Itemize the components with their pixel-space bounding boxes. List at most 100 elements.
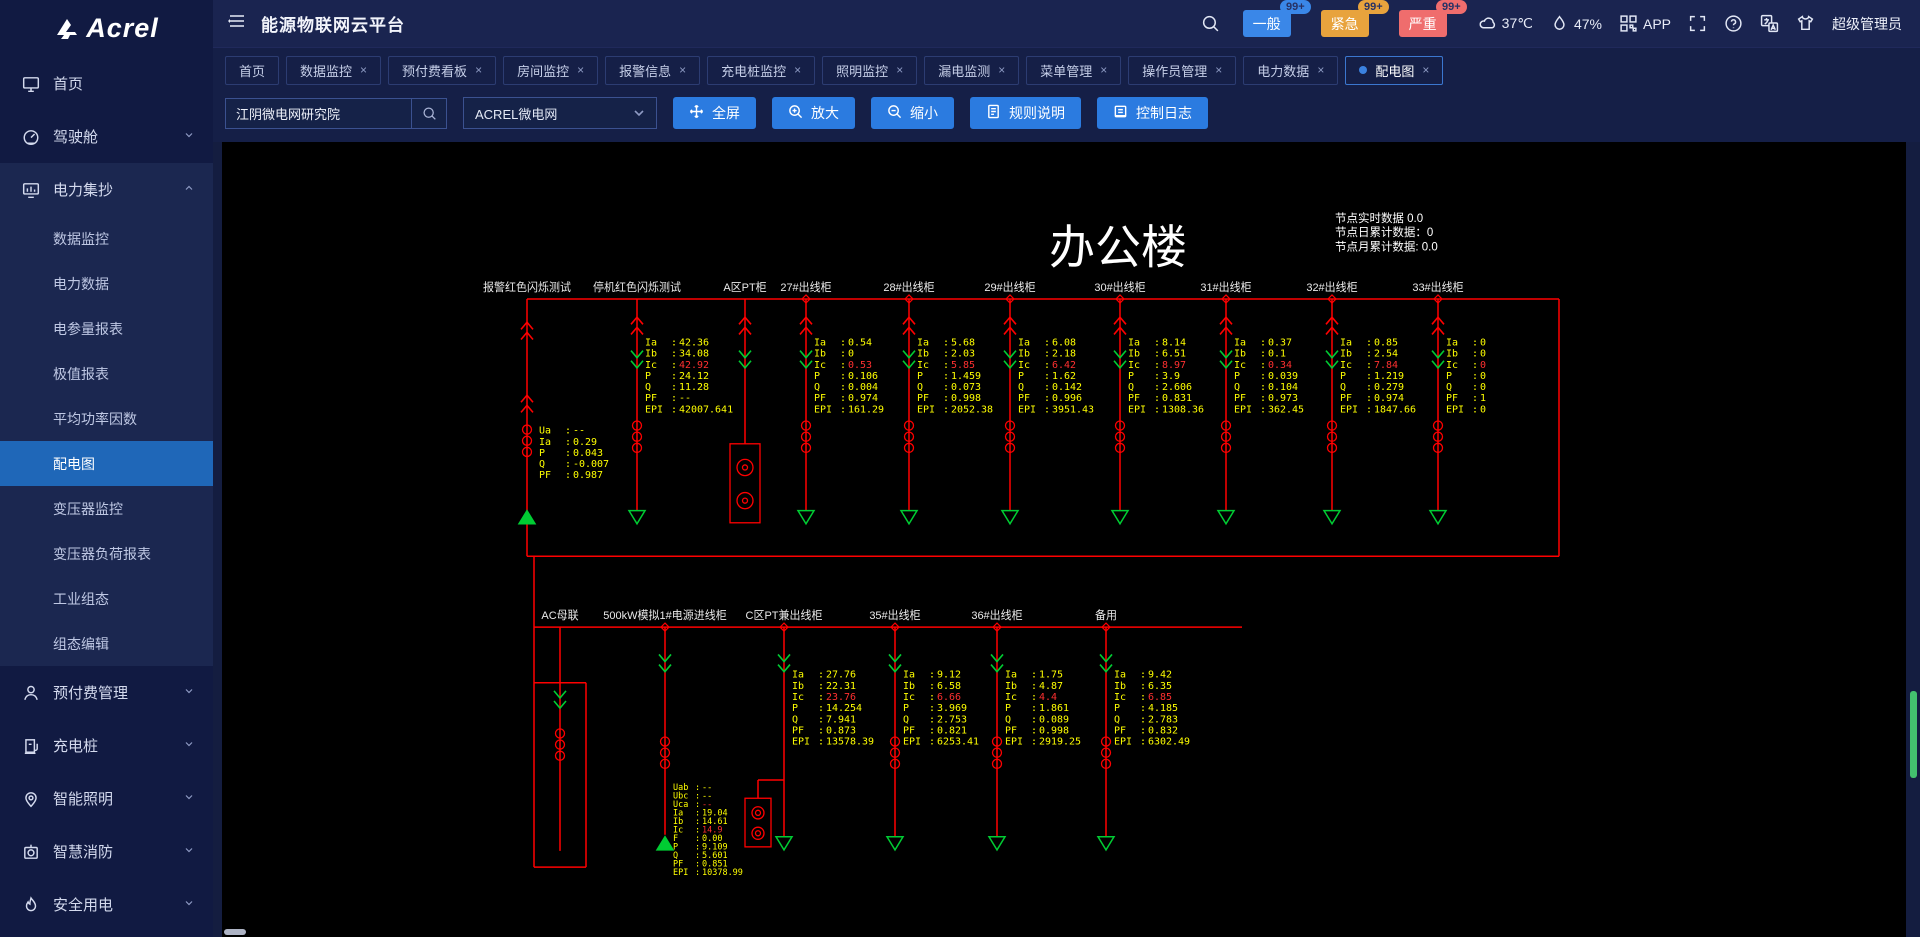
sidebar-subitem[interactable]: 电参量报表 — [0, 306, 213, 351]
tab-item[interactable]: 菜单管理× — [1026, 56, 1121, 85]
tab-item[interactable]: 充电桩监控× — [707, 56, 815, 85]
tab-close-icon[interactable]: × — [896, 63, 903, 77]
alarm-count-badge: 99+ — [1358, 0, 1389, 14]
svg-text:7.941: 7.941 — [826, 714, 856, 725]
alarm-button-group: 一般99+ 紧急99+ 严重99+ — [1243, 10, 1447, 37]
svg-text:Ia: Ia — [917, 338, 929, 349]
svg-text:0.831: 0.831 — [1162, 393, 1192, 404]
svg-text:2.606: 2.606 — [1162, 382, 1192, 393]
sidebar-item[interactable]: 驾驶舱 — [0, 110, 213, 163]
tab-item[interactable]: 房间监控× — [503, 56, 598, 85]
sidebar-item[interactable]: 智能照明 — [0, 772, 213, 825]
toolbar-zoom-out-button[interactable]: 缩小 — [871, 97, 954, 129]
alarm-level-button[interactable]: 紧急99+ — [1321, 10, 1369, 37]
sidebar-subitem[interactable]: 极值报表 — [0, 351, 213, 396]
svg-text:13578.39: 13578.39 — [826, 737, 874, 748]
toolbar-rules-doc-button[interactable]: 规则说明 — [970, 97, 1081, 129]
fullscreen-icon[interactable] — [1688, 14, 1707, 33]
search-submit-button[interactable] — [411, 98, 447, 129]
tab-close-icon[interactable]: × — [1422, 63, 1429, 77]
svg-text::: : — [840, 393, 846, 404]
svg-text:Ib: Ib — [1018, 349, 1030, 360]
sidebar-subitem[interactable]: 数据监控 — [0, 216, 213, 261]
svg-text:0.974: 0.974 — [1374, 393, 1404, 404]
tab-item[interactable]: 电力数据× — [1243, 56, 1338, 85]
tab-item[interactable]: 首页 — [225, 56, 279, 85]
tab-item[interactable]: 预付费看板× — [388, 56, 496, 85]
svg-text:5.68: 5.68 — [951, 338, 975, 349]
collapse-menu-icon[interactable] — [227, 11, 247, 36]
vertical-scrollbar[interactable] — [1910, 691, 1917, 778]
lighting-icon — [22, 790, 40, 808]
sidebar-item[interactable]: 安全用电 — [0, 878, 213, 931]
toolbar-control-log-button[interactable]: 控制日志 — [1097, 97, 1208, 129]
svg-text::: : — [1366, 382, 1372, 393]
sidebar-item[interactable]: 充电桩 — [0, 719, 213, 772]
sidebar-subitem[interactable]: 变压器监控 — [0, 486, 213, 531]
tab-close-icon[interactable]: × — [1215, 63, 1222, 77]
tab-item[interactable]: 照明监控 × — [822, 56, 917, 85]
alarm-level-button[interactable]: 一般99+ — [1243, 10, 1291, 37]
tab-item[interactable]: 漏电监测× — [924, 56, 1019, 85]
sidebar-item[interactable]: 电力集抄 — [0, 163, 213, 216]
svg-text::: : — [818, 692, 824, 703]
current-user[interactable]: 超级管理员 — [1832, 14, 1902, 34]
svg-text:Ia: Ia — [539, 437, 551, 448]
app-qr[interactable]: APP — [1619, 14, 1671, 33]
theme-shirt-icon[interactable] — [1796, 14, 1815, 33]
svg-text::: : — [565, 470, 571, 481]
svg-text:Ic: Ic — [1128, 360, 1140, 371]
microgrid-select[interactable]: ACREL微电网 — [463, 97, 657, 129]
tab-label: 照明监控 — [836, 61, 888, 80]
tab-item[interactable]: 配电图× — [1345, 56, 1443, 85]
tab-close-icon[interactable]: × — [360, 63, 367, 77]
tab-close-icon[interactable]: × — [794, 63, 801, 77]
svg-text:P: P — [1005, 703, 1011, 714]
distribution-diagram-canvas[interactable]: 办公楼节点实时数据 0.0节点日累计数据：0节点月累计数据: 0.0报警红色闪烁… — [222, 142, 1906, 937]
svg-text::: : — [943, 349, 949, 360]
svg-text:34.08: 34.08 — [679, 349, 709, 360]
svg-text::: : — [1140, 681, 1146, 692]
svg-text:1.62: 1.62 — [1052, 371, 1076, 382]
sidebar-subitem[interactable]: 平均功率因数 — [0, 396, 213, 441]
sidebar-subitem[interactable]: 电力数据 — [0, 261, 213, 306]
svg-text:2919.25: 2919.25 — [1039, 737, 1081, 748]
svg-text::: : — [1031, 714, 1037, 725]
svg-text::: : — [671, 349, 677, 360]
project-search-input[interactable] — [225, 98, 411, 129]
sidebar-item[interactable]: 预付费管理 — [0, 666, 213, 719]
toolbar-zoom-in-button[interactable]: 放大 — [772, 97, 855, 129]
tab-item[interactable]: 数据监控× — [286, 56, 381, 85]
sidebar-subitem[interactable]: 配电图 — [0, 441, 213, 486]
svg-text:0.54: 0.54 — [848, 338, 872, 349]
svg-text:EPI: EPI — [1005, 737, 1023, 748]
horizontal-scrollbar[interactable] — [224, 929, 246, 935]
language-icon[interactable] — [1760, 14, 1779, 33]
tab-item[interactable]: 报警信息× — [605, 56, 700, 85]
svg-text:EPI: EPI — [814, 404, 832, 415]
sidebar-item[interactable]: 智慧消防 — [0, 825, 213, 878]
toolbar-fullscreen-move-button[interactable]: 全屏 — [673, 97, 756, 129]
alarm-level-button[interactable]: 严重99+ — [1399, 10, 1447, 37]
tab-close-icon[interactable]: × — [998, 63, 1005, 77]
logo-text: Acrel — [86, 13, 159, 44]
sidebar-subitem[interactable]: 变压器负荷报表 — [0, 531, 213, 576]
sidebar-subitem[interactable]: 组态编辑 — [0, 621, 213, 666]
tab-close-icon[interactable]: × — [1100, 63, 1107, 77]
svg-text:Ib: Ib — [792, 681, 804, 692]
tab-close-icon[interactable]: × — [1317, 63, 1324, 77]
svg-text::: : — [1366, 404, 1372, 415]
svg-text::: : — [1260, 371, 1266, 382]
search-icon[interactable] — [1201, 14, 1220, 33]
help-icon[interactable] — [1724, 14, 1743, 33]
svg-text::: : — [1366, 349, 1372, 360]
tab-item[interactable]: 操作员管理× — [1128, 56, 1236, 85]
svg-text:42.92: 42.92 — [679, 360, 709, 371]
sidebar-item[interactable]: 首页 — [0, 57, 213, 110]
sidebar-subitem[interactable]: 工业组态 — [0, 576, 213, 621]
tab-close-icon[interactable]: × — [577, 63, 584, 77]
tab-close-icon[interactable]: × — [679, 63, 686, 77]
svg-text:6.42: 6.42 — [1052, 360, 1076, 371]
tab-close-icon[interactable]: × — [475, 63, 482, 77]
cabinet-label: 30#出线柜 — [1094, 280, 1145, 294]
